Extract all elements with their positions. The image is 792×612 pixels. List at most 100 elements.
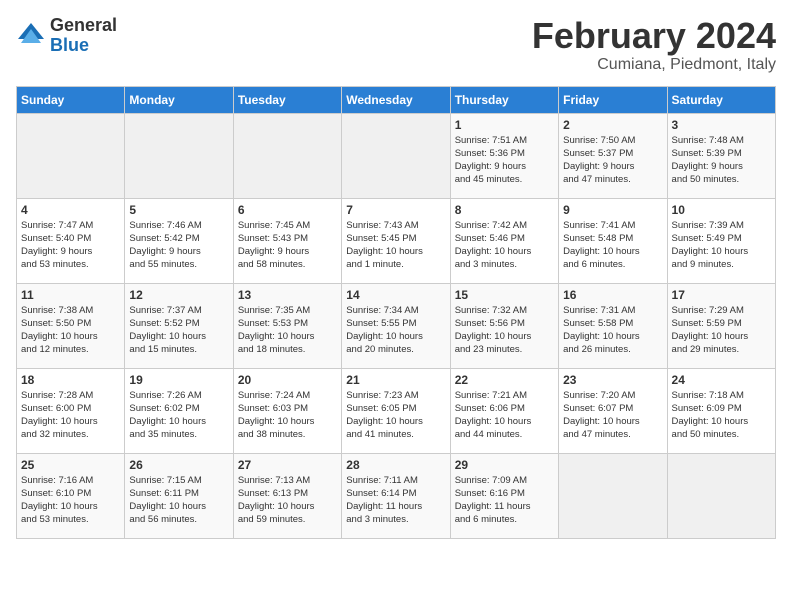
calendar-cell: 27Sunrise: 7:13 AM Sunset: 6:13 PM Dayli… [233, 453, 341, 538]
weekday-header: Saturday [667, 86, 775, 113]
day-number: 2 [563, 118, 662, 132]
day-info: Sunrise: 7:31 AM Sunset: 5:58 PM Dayligh… [563, 304, 662, 357]
day-number: 16 [563, 288, 662, 302]
calendar-cell: 14 Sunrise: 7:34 AM Sunset: 5:55 PM Dayli… [342, 283, 450, 368]
day-number: 15 [455, 288, 554, 302]
day-number: 9 [563, 203, 662, 217]
calendar-cell: 22Sunrise: 7:21 AM Sunset: 6:06 PM Dayli… [450, 368, 558, 453]
calendar-cell [342, 113, 450, 198]
calendar-cell: 25 Sunrise: 7:16 AM Sunset: 6:10 PM Dayli… [17, 453, 125, 538]
day-number: 13 [238, 288, 337, 302]
calendar-cell: 29 Sunrise: 7:09 AM Sunset: 6:16 PM Dayli… [450, 453, 558, 538]
day-info: Sunrise: 7:29 AM Sunset: 5:59 PM Dayligh… [672, 304, 771, 357]
day-number: 5 [129, 203, 228, 217]
weekday-header: Friday [559, 86, 667, 113]
day-info: Sunrise: 7:45 AM Sunset: 5:43 PM Dayligh… [238, 219, 337, 272]
day-info: Sunrise: 7:32 AM Sunset: 5:56 PM Dayligh… [455, 304, 554, 357]
day-number: 10 [672, 203, 771, 217]
calendar-header: SundayMondayTuesdayWednesdayThursdayFrid… [17, 86, 776, 113]
day-info: Sunrise: 7:41 AM Sunset: 5:48 PM Dayligh… [563, 219, 662, 272]
calendar-week-row: 4 Sunrise: 7:47 AM Sunset: 5:40 PM Daylig… [17, 198, 776, 283]
calendar-cell: 10 Sunrise: 7:39 AM Sunset: 5:49 PM Dayli… [667, 198, 775, 283]
calendar-cell: 28Sunrise: 7:11 AM Sunset: 6:14 PM Dayli… [342, 453, 450, 538]
logo: General Blue [16, 16, 117, 56]
weekday-header: Sunday [17, 86, 125, 113]
calendar-cell [233, 113, 341, 198]
calendar-cell: 15 Sunrise: 7:32 AM Sunset: 5:56 PM Dayli… [450, 283, 558, 368]
day-number: 23 [563, 373, 662, 387]
calendar-cell: 17 Sunrise: 7:29 AM Sunset: 5:59 PM Dayli… [667, 283, 775, 368]
day-info: Sunrise: 7:28 AM Sunset: 6:00 PM Dayligh… [21, 389, 120, 442]
day-info: Sunrise: 7:46 AM Sunset: 5:42 PM Dayligh… [129, 219, 228, 272]
calendar-cell: 26Sunrise: 7:15 AM Sunset: 6:11 PM Dayli… [125, 453, 233, 538]
calendar-cell: 6 Sunrise: 7:45 AM Sunset: 5:43 PM Daylig… [233, 198, 341, 283]
day-info: Sunrise: 7:47 AM Sunset: 5:40 PM Dayligh… [21, 219, 120, 272]
calendar-cell [667, 453, 775, 538]
weekday-header: Tuesday [233, 86, 341, 113]
day-info: Sunrise: 7:20 AM Sunset: 6:07 PM Dayligh… [563, 389, 662, 442]
day-number: 7 [346, 203, 445, 217]
calendar-cell [17, 113, 125, 198]
day-info: Sunrise: 7:34 AM Sunset: 5:55 PM Dayligh… [346, 304, 445, 357]
day-info: Sunrise: 7:23 AM Sunset: 6:05 PM Dayligh… [346, 389, 445, 442]
day-number: 6 [238, 203, 337, 217]
calendar-cell: 5 Sunrise: 7:46 AM Sunset: 5:42 PM Daylig… [125, 198, 233, 283]
day-info: Sunrise: 7:21 AM Sunset: 6:06 PM Dayligh… [455, 389, 554, 442]
title-area: February 2024 Cumiana, Piedmont, Italy [532, 16, 776, 74]
day-number: 25 [21, 458, 120, 472]
calendar-cell [559, 453, 667, 538]
day-number: 20 [238, 373, 337, 387]
weekday-header: Wednesday [342, 86, 450, 113]
calendar-week-row: 18 Sunrise: 7:28 AM Sunset: 6:00 PM Dayli… [17, 368, 776, 453]
day-info: Sunrise: 7:37 AM Sunset: 5:52 PM Dayligh… [129, 304, 228, 357]
calendar-title: February 2024 [532, 16, 776, 56]
day-info: Sunrise: 7:51 AM Sunset: 5:36 PM Dayligh… [455, 134, 554, 187]
calendar-subtitle: Cumiana, Piedmont, Italy [532, 56, 776, 74]
calendar-cell: 1 Sunrise: 7:51 AM Sunset: 5:36 PM Daylig… [450, 113, 558, 198]
day-info: Sunrise: 7:13 AM Sunset: 6:13 PM Dayligh… [238, 474, 337, 527]
weekday-row: SundayMondayTuesdayWednesdayThursdayFrid… [17, 86, 776, 113]
day-info: Sunrise: 7:09 AM Sunset: 6:16 PM Dayligh… [455, 474, 554, 527]
calendar-cell: 13 Sunrise: 7:35 AM Sunset: 5:53 PM Dayli… [233, 283, 341, 368]
page-header: General Blue February 2024 Cumiana, Pied… [16, 16, 776, 74]
day-number: 3 [672, 118, 771, 132]
calendar-cell: 4 Sunrise: 7:47 AM Sunset: 5:40 PM Daylig… [17, 198, 125, 283]
day-number: 18 [21, 373, 120, 387]
day-info: Sunrise: 7:43 AM Sunset: 5:45 PM Dayligh… [346, 219, 445, 272]
day-info: Sunrise: 7:42 AM Sunset: 5:46 PM Dayligh… [455, 219, 554, 272]
day-number: 17 [672, 288, 771, 302]
day-info: Sunrise: 7:16 AM Sunset: 6:10 PM Dayligh… [21, 474, 120, 527]
calendar-table: SundayMondayTuesdayWednesdayThursdayFrid… [16, 86, 776, 539]
day-info: Sunrise: 7:24 AM Sunset: 6:03 PM Dayligh… [238, 389, 337, 442]
day-number: 21 [346, 373, 445, 387]
calendar-week-row: 11Sunrise: 7:38 AM Sunset: 5:50 PM Dayli… [17, 283, 776, 368]
calendar-cell: 2Sunrise: 7:50 AM Sunset: 5:37 PM Daylig… [559, 113, 667, 198]
day-number: 14 [346, 288, 445, 302]
day-number: 12 [129, 288, 228, 302]
calendar-cell: 3 Sunrise: 7:48 AM Sunset: 5:39 PM Daylig… [667, 113, 775, 198]
calendar-cell: 20 Sunrise: 7:24 AM Sunset: 6:03 PM Dayli… [233, 368, 341, 453]
calendar-week-row: 25 Sunrise: 7:16 AM Sunset: 6:10 PM Dayli… [17, 453, 776, 538]
weekday-header: Thursday [450, 86, 558, 113]
day-number: 4 [21, 203, 120, 217]
day-info: Sunrise: 7:48 AM Sunset: 5:39 PM Dayligh… [672, 134, 771, 187]
calendar-cell: 23 Sunrise: 7:20 AM Sunset: 6:07 PM Dayli… [559, 368, 667, 453]
day-info: Sunrise: 7:38 AM Sunset: 5:50 PM Dayligh… [21, 304, 120, 357]
calendar-cell: 18 Sunrise: 7:28 AM Sunset: 6:00 PM Dayli… [17, 368, 125, 453]
calendar-cell: 8Sunrise: 7:42 AM Sunset: 5:46 PM Daylig… [450, 198, 558, 283]
calendar-body: 1 Sunrise: 7:51 AM Sunset: 5:36 PM Daylig… [17, 113, 776, 538]
day-number: 29 [455, 458, 554, 472]
day-info: Sunrise: 7:35 AM Sunset: 5:53 PM Dayligh… [238, 304, 337, 357]
day-info: Sunrise: 7:39 AM Sunset: 5:49 PM Dayligh… [672, 219, 771, 272]
logo-icon [16, 21, 46, 51]
calendar-cell: 16 Sunrise: 7:31 AM Sunset: 5:58 PM Dayli… [559, 283, 667, 368]
logo-text: General Blue [50, 16, 117, 56]
day-info: Sunrise: 7:26 AM Sunset: 6:02 PM Dayligh… [129, 389, 228, 442]
calendar-week-row: 1 Sunrise: 7:51 AM Sunset: 5:36 PM Daylig… [17, 113, 776, 198]
calendar-cell: 9 Sunrise: 7:41 AM Sunset: 5:48 PM Daylig… [559, 198, 667, 283]
day-number: 1 [455, 118, 554, 132]
day-info: Sunrise: 7:15 AM Sunset: 6:11 PM Dayligh… [129, 474, 228, 527]
calendar-cell: 12 Sunrise: 7:37 AM Sunset: 5:52 PM Dayli… [125, 283, 233, 368]
day-info: Sunrise: 7:11 AM Sunset: 6:14 PM Dayligh… [346, 474, 445, 527]
calendar-cell: 7 Sunrise: 7:43 AM Sunset: 5:45 PM Daylig… [342, 198, 450, 283]
